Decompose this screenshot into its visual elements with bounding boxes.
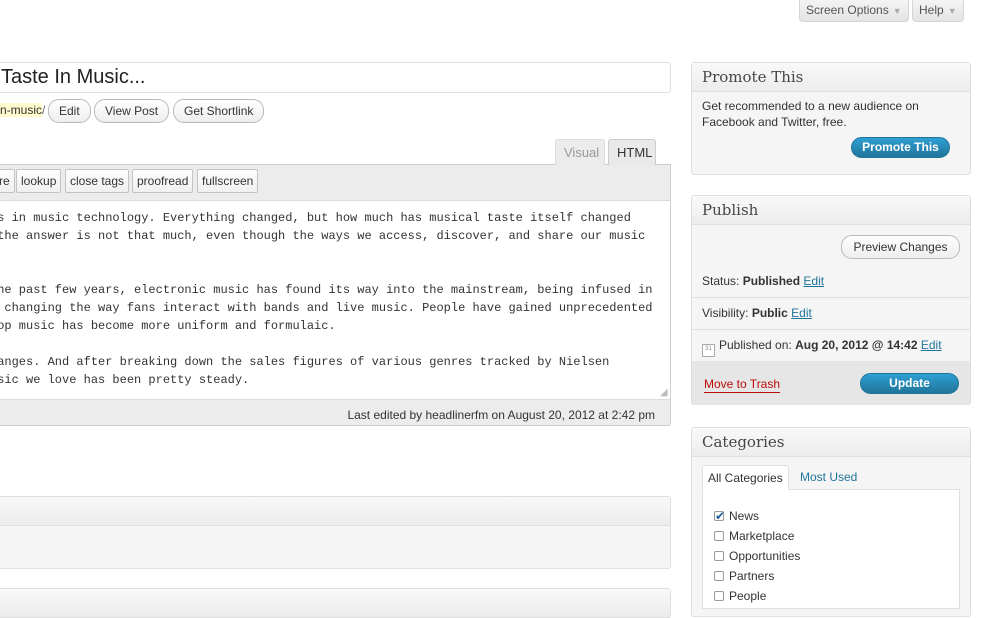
permalink-slug[interactable]: n-music bbox=[0, 103, 43, 117]
quicktag-proofread-button[interactable]: proofread bbox=[132, 169, 194, 193]
metabox-header[interactable] bbox=[0, 497, 670, 526]
content-line: usic we love has been pretty steady. bbox=[0, 373, 250, 387]
last-edited-text: Last edited by headlinerfm on August 20,… bbox=[347, 408, 655, 422]
content-line: s changing the way fans interact with ba… bbox=[0, 301, 653, 315]
resize-handle-icon[interactable]: ◢ bbox=[660, 388, 670, 398]
permalink: n-music/ bbox=[0, 99, 45, 123]
dropdown-arrow-icon: ▼ bbox=[892, 6, 902, 16]
promote-description-line: Get recommended to a new audience on bbox=[702, 99, 919, 113]
content-textarea[interactable]: is in music technology. Everything chang… bbox=[0, 200, 670, 400]
dropdown-arrow-icon: ▼ bbox=[947, 6, 957, 16]
quicktag-fullscreen-button[interactable]: fullscreen bbox=[197, 169, 259, 193]
published-on-row: 31 Published on: Aug 20, 2012 @ 14:42 Edi… bbox=[702, 337, 942, 357]
visibility-edit-link[interactable]: Edit bbox=[791, 306, 812, 320]
tab-html[interactable]: HTML bbox=[608, 139, 656, 165]
tab-most-used[interactable]: Most Used bbox=[795, 465, 862, 490]
divider bbox=[692, 329, 970, 330]
visibility-label: Visibility: bbox=[702, 306, 749, 320]
screen-options-label: Screen Options bbox=[806, 3, 889, 17]
category-label: Marketplace bbox=[729, 529, 795, 543]
quicktag-close-tags-button[interactable]: close tags bbox=[65, 169, 130, 193]
tab-all-categories[interactable]: All Categories bbox=[702, 465, 789, 490]
status-row: Status: Published Edit bbox=[702, 273, 824, 289]
promote-this-button[interactable]: Promote This bbox=[851, 137, 950, 158]
help-button[interactable]: Help ▼ bbox=[912, 0, 964, 22]
categories-box-title[interactable]: Categories bbox=[692, 428, 970, 457]
quicktag-lookup-button[interactable]: lookup bbox=[16, 169, 62, 193]
metabox-header[interactable] bbox=[0, 589, 670, 618]
update-button[interactable]: Update bbox=[860, 373, 959, 394]
visibility-row: Visibility: Public Edit bbox=[702, 305, 812, 321]
content-line: hanges. And after breaking down the sale… bbox=[0, 355, 610, 369]
tab-visual[interactable]: Visual bbox=[555, 139, 605, 165]
calendar-icon: 31 bbox=[702, 344, 715, 357]
promote-box-title[interactable]: Promote This bbox=[692, 63, 970, 92]
edit-permalink-button[interactable]: Edit bbox=[48, 99, 91, 123]
quicktag-more-button[interactable]: re bbox=[0, 169, 15, 193]
status-edit-link[interactable]: Edit bbox=[803, 274, 824, 288]
publish-box-title[interactable]: Publish bbox=[692, 196, 970, 225]
checkbox-icon[interactable] bbox=[714, 591, 724, 601]
category-item[interactable]: People bbox=[714, 587, 766, 605]
visibility-value: Public bbox=[751, 306, 788, 320]
category-label: Partners bbox=[729, 569, 775, 583]
permalink-slash: / bbox=[42, 103, 46, 117]
content-line: pop music has become more uniform and fo… bbox=[0, 319, 336, 333]
checkbox-icon[interactable] bbox=[714, 571, 724, 581]
divider bbox=[692, 297, 970, 298]
status-label: Status: bbox=[702, 274, 740, 288]
content-line: the answer is not that much, even though… bbox=[0, 229, 646, 243]
metabox-lower-2 bbox=[0, 588, 671, 618]
metabox-lower-1 bbox=[0, 496, 671, 569]
category-label: News bbox=[729, 509, 760, 523]
content-line: the past few years, electronic music has… bbox=[0, 283, 653, 297]
checkbox-icon[interactable] bbox=[714, 551, 724, 561]
help-label: Help bbox=[919, 3, 944, 17]
category-label: People bbox=[729, 589, 767, 603]
published-value: Aug 20, 2012 @ 14:42 bbox=[795, 338, 918, 352]
post-title-input[interactable]: Taste In Music... bbox=[0, 62, 671, 93]
move-to-trash-link[interactable]: Move to Trash bbox=[704, 376, 781, 393]
category-item[interactable]: Opportunities bbox=[714, 547, 800, 565]
preview-changes-button[interactable]: Preview Changes bbox=[841, 235, 960, 259]
get-shortlink-button[interactable]: Get Shortlink bbox=[173, 99, 265, 123]
published-label: Published on: bbox=[719, 338, 792, 352]
checkbox-checked-icon[interactable] bbox=[714, 507, 725, 525]
content-line: is in music technology. Everything chang… bbox=[0, 211, 631, 225]
category-label: Opportunities bbox=[729, 549, 801, 563]
category-item[interactable]: Partners bbox=[714, 567, 774, 585]
checkbox-icon[interactable] bbox=[714, 531, 724, 541]
screen-options-button[interactable]: Screen Options ▼ bbox=[799, 0, 909, 22]
status-value: Published bbox=[742, 274, 801, 288]
published-edit-link[interactable]: Edit bbox=[921, 338, 942, 352]
promote-description-line: Facebook and Twitter, free. bbox=[702, 115, 847, 129]
view-post-button[interactable]: View Post bbox=[94, 99, 170, 123]
category-item[interactable]: Marketplace bbox=[714, 527, 794, 545]
category-item[interactable]: News bbox=[714, 507, 759, 525]
